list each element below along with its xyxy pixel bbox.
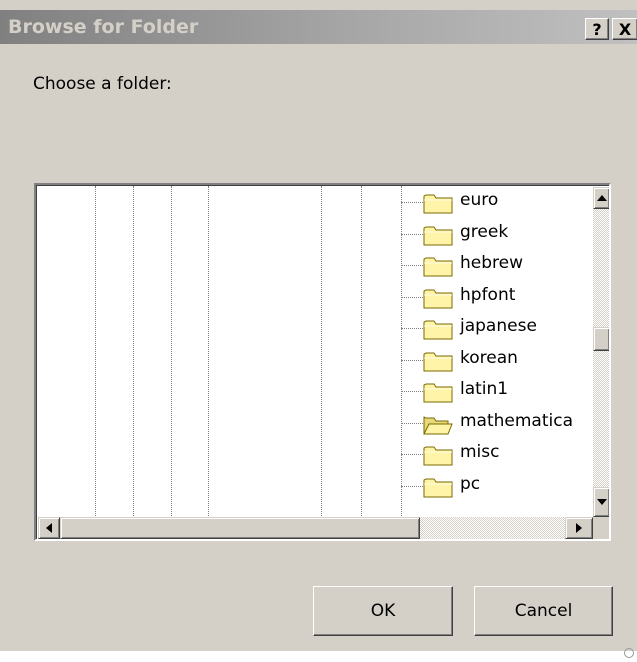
tree-connector xyxy=(401,391,423,392)
tree-item-pc[interactable]: pc xyxy=(401,472,591,502)
tree-guide-line xyxy=(208,186,209,516)
tree-item-hebrew[interactable]: hebrew xyxy=(401,251,591,281)
tree-connector xyxy=(401,233,423,235)
tree-connector xyxy=(401,454,423,455)
folder-icon xyxy=(423,350,453,372)
tree-connector xyxy=(401,265,423,266)
tree-connector xyxy=(401,359,423,361)
tree-connector xyxy=(401,296,423,298)
horizontal-scroll-thumb[interactable] xyxy=(60,517,420,539)
folder-icon xyxy=(423,381,453,403)
close-button[interactable]: X xyxy=(612,18,637,40)
tree-connector xyxy=(401,328,423,329)
tree-item-label: hebrew xyxy=(460,253,524,273)
tree-guide-line xyxy=(95,186,96,516)
browse-for-folder-dialog: Browse for Folder ? X Choose a folder: e… xyxy=(0,0,637,651)
tree-item-label: latin1 xyxy=(460,379,509,399)
folder-icon xyxy=(423,255,453,277)
tree-item-label: euro xyxy=(460,190,499,210)
vertical-scroll-thumb[interactable] xyxy=(593,327,609,351)
edge-mark xyxy=(624,648,634,658)
tree-item-label: japanese xyxy=(460,316,537,336)
tree-item-label: hpfont xyxy=(460,284,516,305)
scroll-down-button[interactable] xyxy=(593,487,609,517)
tree-guide-line xyxy=(171,186,172,516)
arrow-up-icon xyxy=(597,195,607,201)
tree-item-japanese[interactable]: japanese xyxy=(401,314,591,344)
horizontal-scrollbar[interactable] xyxy=(38,517,593,539)
arrow-left-icon xyxy=(46,523,52,533)
scroll-up-button[interactable] xyxy=(593,187,609,209)
ok-button[interactable]: OK xyxy=(313,586,453,636)
help-button[interactable]: ? xyxy=(585,18,609,40)
tree-guide-line xyxy=(321,186,322,516)
folder-icon xyxy=(423,287,453,309)
arrow-down-icon xyxy=(597,499,607,505)
folder-icon xyxy=(423,224,453,246)
tree-item-euro[interactable]: euro xyxy=(401,188,591,218)
scroll-right-button[interactable] xyxy=(565,517,593,539)
scroll-left-button[interactable] xyxy=(38,517,60,539)
tree-item-label: pc xyxy=(460,473,481,494)
tree-item-label: misc xyxy=(460,442,500,462)
choose-folder-prompt: Choose a folder: xyxy=(33,74,172,94)
tree-item-label: greek xyxy=(460,221,509,242)
cancel-button[interactable]: Cancel xyxy=(474,586,613,636)
tree-connector xyxy=(401,485,423,487)
tree-item-misc[interactable]: misc xyxy=(401,440,591,470)
title-bar[interactable]: Browse for Folder ? X xyxy=(0,10,637,44)
arrow-right-icon xyxy=(576,523,582,533)
scrollbar-corner xyxy=(593,517,609,539)
folder-icon xyxy=(423,192,453,214)
tree-connector xyxy=(401,202,423,203)
folder-icon xyxy=(423,444,453,466)
tree-connector xyxy=(401,422,423,424)
folder-icon xyxy=(423,476,453,498)
window-title: Browse for Folder xyxy=(8,16,199,38)
tree-item-greek[interactable]: greek xyxy=(401,220,591,250)
tree-item-korean[interactable]: korean xyxy=(401,346,591,376)
tree-item-label: korean xyxy=(460,347,518,368)
tree-item-label: mathematica xyxy=(460,410,574,431)
open-folder-icon xyxy=(423,413,453,435)
vertical-scrollbar[interactable] xyxy=(593,187,609,517)
tree-item-mathematica[interactable]: mathematica xyxy=(401,409,591,439)
folder-icon xyxy=(423,318,453,340)
folder-tree-view[interactable]: euro greek hebrew hpfont japanese korean latin… xyxy=(34,183,611,541)
tree-guide-line xyxy=(361,186,362,516)
tree-item-hpfont[interactable]: hpfont xyxy=(401,283,591,313)
tree-item-latin1[interactable]: latin1 xyxy=(401,377,591,407)
tree-guide-line xyxy=(133,186,134,516)
